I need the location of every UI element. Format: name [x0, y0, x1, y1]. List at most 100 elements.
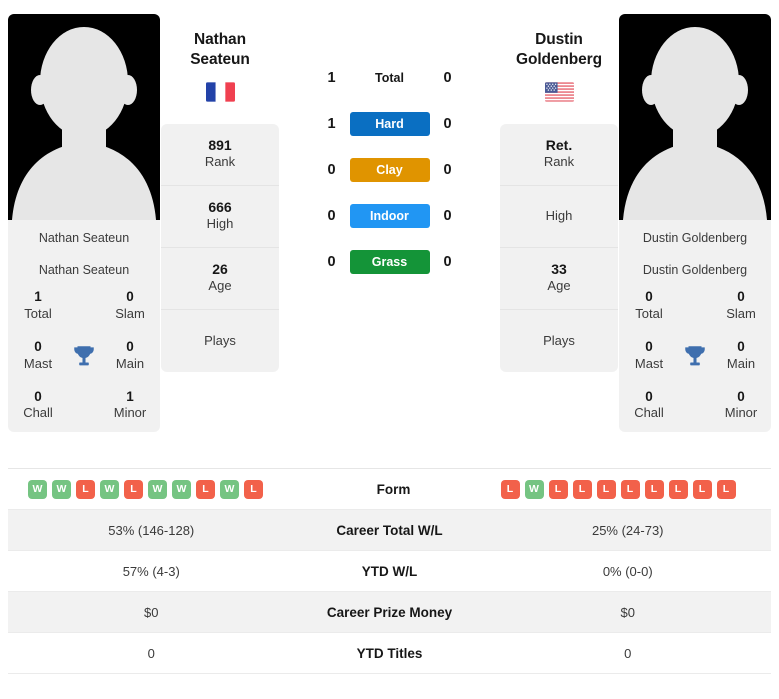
form-strip-left: WWLWLWWLWL	[28, 479, 263, 499]
form-badge[interactable]: W	[28, 479, 47, 499]
form-badge[interactable]: W	[100, 479, 119, 499]
stat-age-left: 26 Age	[161, 248, 279, 310]
head-to-head-panel: Nathan Seateun Nathan Seateun 1 Total 0 Slam 0…	[0, 0, 779, 468]
surface-chip-clay[interactable]: Clay	[349, 158, 430, 182]
player-name-right: Dustin Goldenberg	[516, 10, 602, 70]
cmp-row-label: Career Total W/L	[336, 522, 443, 538]
title-main-label-right: Main	[726, 355, 756, 371]
stat-age-value-right: 33	[551, 260, 567, 277]
h2h-score-right: 0	[443, 70, 452, 86]
form-badge[interactable]: L	[620, 479, 640, 499]
stat-plays-left: Plays	[161, 310, 279, 372]
trophy-slot-right	[679, 343, 711, 369]
title-slam-right: 0 Slam	[711, 289, 771, 323]
title-slam-label-left: Slam	[115, 305, 145, 321]
form-badge[interactable]: L	[244, 479, 263, 499]
titles-grid-right: 0 Total 0 Slam 0 Mast 0 Main 0 Chall 0 Minor	[619, 289, 771, 422]
title-minor-label-left: Minor	[113, 405, 147, 421]
table-row: $0 Career Prize Money $0	[8, 592, 771, 633]
title-mast-label-right: Mast	[634, 355, 664, 371]
surface-chip-hard[interactable]: Hard	[349, 112, 430, 136]
trophy-slot-left	[68, 343, 100, 369]
player-first-name-left: Nathan	[194, 31, 246, 48]
table-row: W W L W L W W L W L Form L W L L L L L L L L	[8, 469, 771, 510]
form-badge[interactable]: L	[500, 479, 520, 499]
h2h-score-right: 0	[443, 254, 452, 270]
stat-plays-label-right: Plays	[543, 332, 575, 348]
stat-rank-label-right: Rank	[543, 154, 575, 170]
form-badge[interactable]: L	[196, 479, 215, 499]
form-badge[interactable]: L	[644, 479, 664, 499]
cmp-value-right: 0	[624, 645, 632, 661]
title-mast-label-left: Mast	[23, 355, 53, 371]
form-badge[interactable]: L	[716, 479, 736, 499]
title-mast-right: 0 Mast	[619, 339, 679, 373]
form-badge[interactable]: W	[524, 479, 544, 499]
form-badge[interactable]: W	[52, 479, 71, 499]
player-last-name-right: Goldenberg	[516, 50, 602, 68]
title-main-value-left: 0	[126, 338, 134, 354]
title-minor-label-right: Minor	[724, 405, 758, 421]
player-stats-stack-left: 891 Rank 666 High 26 Age Plays	[161, 123, 279, 372]
form-badge[interactable]: L	[572, 479, 592, 499]
player-photo-name-right: Dustin Goldenberg	[642, 231, 748, 245]
title-minor-value-right: 0	[737, 388, 745, 404]
surface-chip-total: Total	[375, 71, 404, 85]
title-total-label-right: Total	[635, 305, 663, 321]
table-row: 0 YTD Titles 0	[8, 633, 771, 674]
table-row: 57% (4-3) YTD W/L 0% (0-0)	[8, 551, 771, 592]
player-photo-card-left[interactable]: Nathan Seateun Nathan Seateun 1 Total 0 Slam 0…	[8, 14, 160, 433]
title-chall-label-left: Chall	[23, 405, 53, 421]
stat-rank-label-left: Rank	[204, 154, 236, 170]
form-badge[interactable]: L	[124, 479, 143, 499]
title-minor-value-left: 1	[126, 388, 134, 404]
form-badge[interactable]: L	[548, 479, 568, 499]
cmp-value-right: 25% (24-73)	[591, 522, 664, 538]
surface-score-column: 1 Total 0 1 Hard 0 0 Clay 0 0 Indoor 0 0 Grass 0	[280, 10, 499, 296]
stat-age-value-left: 26	[212, 260, 228, 277]
titles-grid-left: 1 Total 0 Slam 0 Mast 0 Main 0 Chall 1 Minor	[8, 289, 160, 422]
title-total-left: 1 Total	[8, 289, 68, 323]
surface-chip-indoor[interactable]: Indoor	[349, 204, 430, 228]
player-photo-card-right[interactable]: Dustin Goldenberg Dustin Goldenberg 0 Total…	[619, 14, 771, 433]
title-chall-value-left: 0	[34, 388, 42, 404]
h2h-score-left: 0	[327, 254, 336, 270]
h2h-score-left: 0	[327, 208, 336, 224]
form-badge[interactable]: L	[692, 479, 712, 499]
title-slam-value-right: 0	[737, 289, 745, 304]
title-total-value-right: 0	[645, 289, 653, 304]
form-badge[interactable]: L	[596, 479, 616, 499]
cmp-value-left: 53% (146-128)	[108, 522, 195, 538]
title-chall-label-right: Chall	[634, 405, 664, 421]
form-badge[interactable]: L	[668, 479, 688, 499]
comparison-table: W W L W L W W L W L Form L W L L L L L L L L 53% (146-128) Car…	[8, 468, 771, 674]
h2h-score-left: 0	[327, 162, 336, 178]
form-badge[interactable]: W	[220, 479, 239, 499]
cmp-value-right: LWLLLLLLLL	[489, 479, 772, 499]
title-total-right: 0 Total	[619, 289, 679, 323]
stat-high-left: 666 High	[161, 186, 279, 248]
surface-chip-grass[interactable]: Grass	[349, 250, 430, 274]
cmp-value-right: 0% (0-0)	[602, 563, 653, 579]
player-photo-left	[8, 14, 160, 220]
title-chall-value-right: 0	[645, 388, 653, 404]
title-mast-left: 0 Mast	[8, 339, 68, 373]
title-chall-right: 0 Chall	[619, 389, 679, 423]
player-photo-right	[619, 14, 771, 220]
h2h-score-right: 0	[443, 162, 452, 178]
form-badge[interactable]: W	[148, 479, 167, 499]
title-mast-value-right: 0	[645, 338, 653, 354]
trophy-icon	[685, 345, 705, 365]
form-badge[interactable]: L	[76, 479, 95, 499]
player-summary-right: Dustin Goldenberg Ret. Rank High 33 Age …	[499, 10, 619, 372]
cmp-value-left: 0	[147, 645, 155, 661]
form-strip-right: LWLLLLLLLL	[500, 479, 736, 499]
us-flag-icon	[544, 81, 574, 102]
h2h-score-right: 0	[443, 116, 452, 132]
title-total-value-left: 1	[34, 289, 42, 304]
table-row: 53% (146-128) Career Total W/L 25% (24-73)	[8, 510, 771, 551]
title-main-left: 0 Main	[100, 339, 160, 373]
form-badge[interactable]: W	[172, 479, 191, 499]
h2h-score-left: 1	[327, 70, 336, 86]
stat-age-label-right: Age	[547, 278, 571, 294]
